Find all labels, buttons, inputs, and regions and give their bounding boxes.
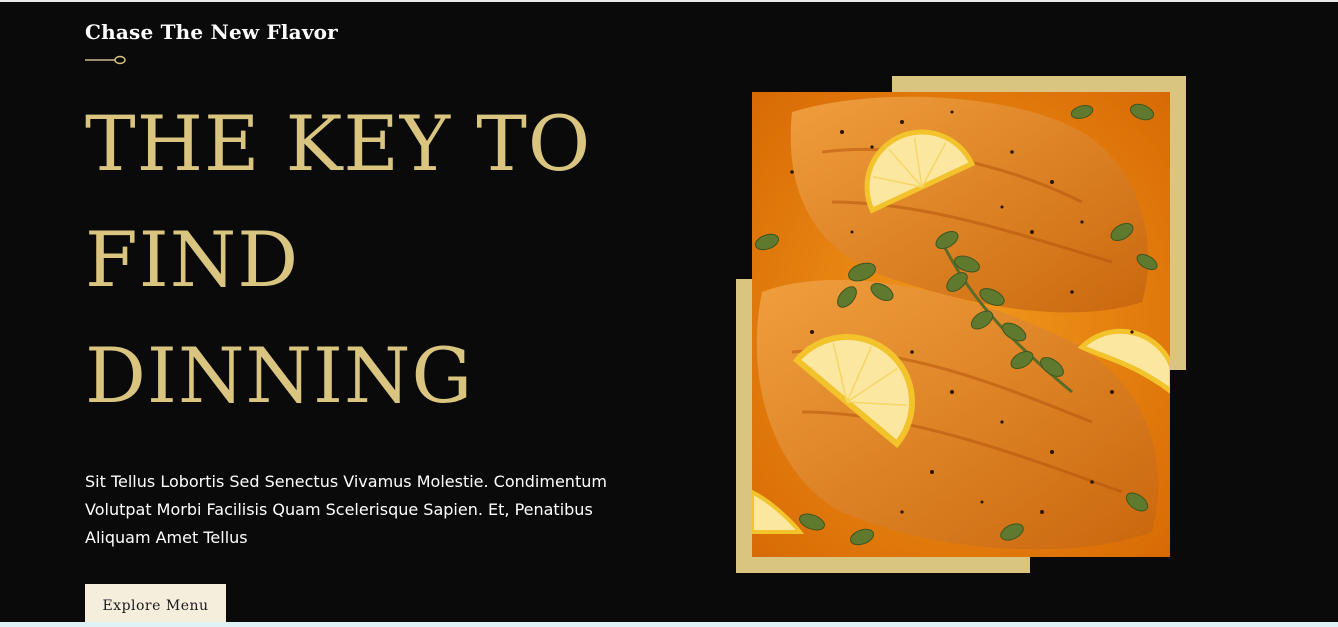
hero-headline: THE KEY TO FIND DINNING — [85, 86, 591, 434]
hero-section: Chase The New Flavor THE KEY TO FIND DIN… — [0, 0, 1338, 627]
hero-description: Sit Tellus Lobortis Sed Senectus Vivamus… — [85, 472, 607, 547]
bottom-strip — [0, 622, 1338, 627]
headline-line-3: DINNING — [85, 331, 474, 420]
top-border — [0, 0, 1338, 2]
headline-line-2: FIND — [85, 215, 300, 304]
headline-line-1: THE KEY TO — [85, 99, 592, 188]
hero-tagline: Chase The New Flavor — [85, 20, 338, 44]
spoon-icon — [85, 55, 126, 65]
explore-menu-button[interactable]: Explore Menu — [85, 584, 226, 627]
salmon-dish-image — [752, 92, 1170, 557]
